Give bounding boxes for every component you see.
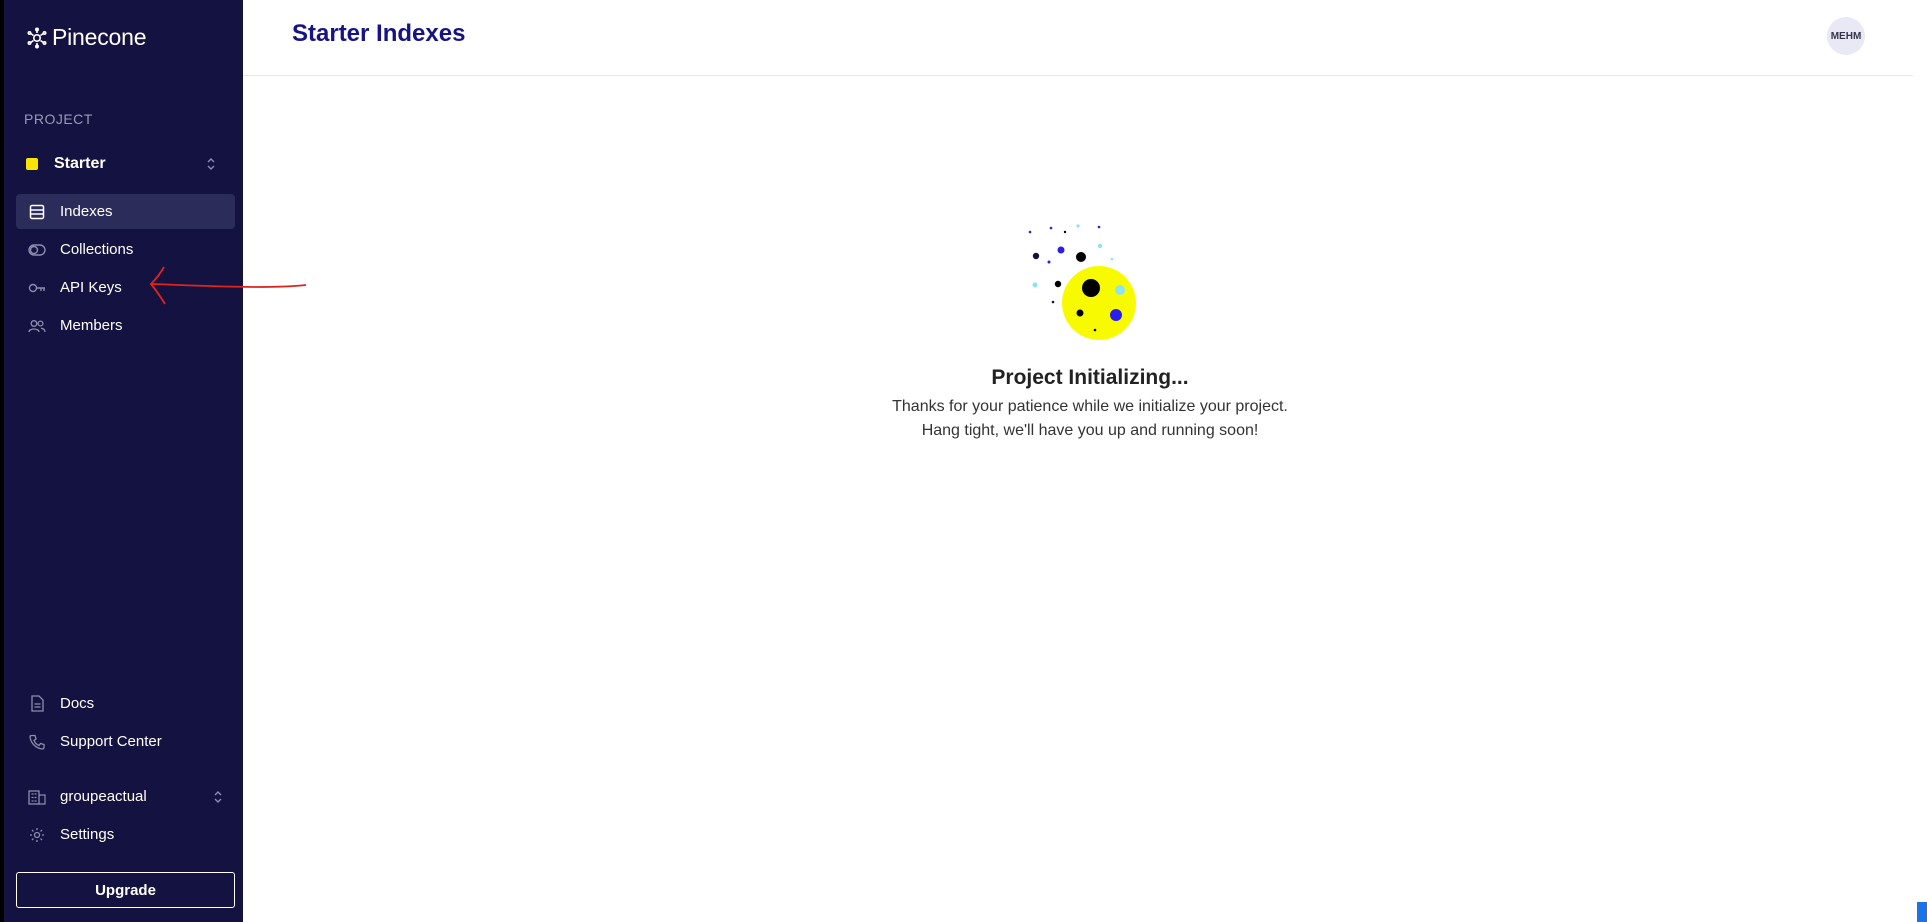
organization-name: groupeactual	[60, 788, 147, 805]
sidebar-item-collections[interactable]: Collections	[16, 232, 235, 267]
sidebar-item-label: Settings	[60, 826, 115, 843]
project-color-swatch	[26, 158, 38, 170]
phone-icon	[28, 733, 46, 751]
toggle-icon	[28, 241, 46, 259]
sidebar-item-label: Indexes	[60, 203, 113, 220]
status-message-line-2: Hang tight, we'll have you up and runnin…	[921, 422, 1259, 439]
brand-logo[interactable]: Pinecone	[26, 24, 147, 51]
status-message-line-1: Thanks for your patience while we initia…	[892, 398, 1288, 415]
project-switcher[interactable]: Starter	[20, 150, 228, 178]
sidebar-item-label: Members	[60, 317, 123, 334]
app-window: Pinecone PROJECT Starter Indexes Collect…	[0, 0, 1927, 922]
upgrade-button[interactable]: Upgrade	[16, 872, 235, 908]
database-icon	[28, 203, 46, 221]
sidebar-item-support-center[interactable]: Support Center	[16, 724, 235, 759]
page-header: Starter Indexes MEHM	[243, 0, 1913, 76]
sidebar-item-label: API Keys	[60, 279, 122, 296]
sidebar-item-label: Support Center	[60, 733, 162, 750]
sidebar-item-label: Docs	[60, 695, 95, 712]
brand-name: Pinecone	[52, 24, 147, 50]
sidebar-item-settings[interactable]: Settings	[16, 817, 235, 852]
initializing-illustration	[1028, 224, 1136, 340]
avatar[interactable]: MEHM	[1827, 17, 1865, 55]
sidebar: Pinecone PROJECT Starter Indexes Collect…	[0, 0, 243, 922]
users-icon	[28, 317, 46, 335]
sidebar-item-label: Collections	[60, 241, 134, 258]
key-icon	[28, 279, 46, 297]
organization-switcher[interactable]: groupeactual	[16, 779, 235, 814]
annotation-arrow	[149, 266, 307, 305]
sidebar-item-docs[interactable]: Docs	[16, 686, 235, 721]
page-title: Starter Indexes	[292, 20, 466, 47]
sidebar-item-members[interactable]: Members	[16, 308, 235, 343]
sidebar-item-indexes[interactable]: Indexes	[16, 194, 235, 229]
building-icon	[28, 788, 46, 806]
pinecone-logo-icon	[27, 26, 47, 48]
chevron-up-down-icon	[214, 791, 222, 803]
gear-icon	[28, 826, 46, 844]
status-title: Project Initializing...	[991, 366, 1189, 389]
scrollbar-marker	[1917, 902, 1927, 922]
document-icon	[28, 695, 46, 713]
project-section-label: PROJECT	[24, 111, 93, 127]
chevron-up-down-icon	[207, 158, 215, 170]
project-name: Starter	[54, 155, 106, 172]
